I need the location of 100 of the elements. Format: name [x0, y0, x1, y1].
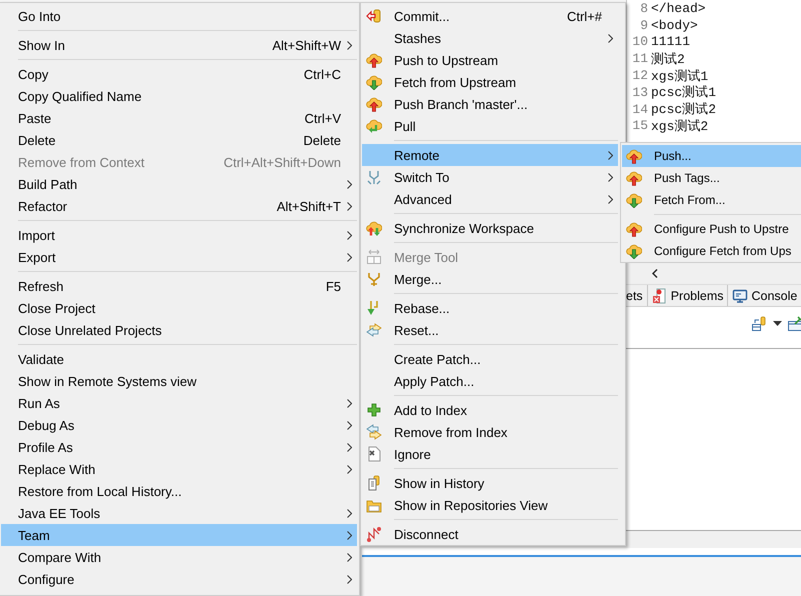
- menu-item[interactable]: Stashes: [362, 27, 618, 49]
- line-number: 14: [631, 102, 648, 117]
- menu-item[interactable]: Push Tags...: [622, 167, 801, 189]
- scroll-left-icon[interactable]: [652, 269, 658, 278]
- menu-item[interactable]: Run As: [1, 392, 357, 414]
- menu-item[interactable]: Fetch From...: [622, 189, 801, 211]
- cloud-up-arrow-icon: [626, 221, 642, 237]
- menu-item[interactable]: Build Path: [1, 173, 357, 195]
- branches-icon: [366, 169, 382, 185]
- menu-item[interactable]: Push...: [622, 145, 801, 167]
- menu-item[interactable]: Show In Alt+Shift+W: [1, 34, 357, 56]
- menu-item[interactable]: Paste Ctrl+V: [1, 107, 357, 129]
- code-line: 11111: [651, 34, 690, 50]
- menu-item[interactable]: Import: [1, 224, 357, 246]
- menu-item[interactable]: Advanced: [362, 188, 618, 210]
- dropdown-caret-icon[interactable]: [773, 321, 782, 326]
- menu-item[interactable]: Team: [1, 524, 357, 546]
- menu-item[interactable]: Compare With: [1, 546, 357, 568]
- shortcut-label: Ctrl+C: [304, 66, 341, 82]
- line-number: 15: [631, 118, 648, 134]
- menu-item[interactable]: Push to Upstream: [362, 49, 618, 71]
- line-number: 12: [631, 68, 648, 84]
- line-number: 8: [639, 0, 648, 16]
- menu-item[interactable]: Synchronize Workspace: [362, 217, 618, 239]
- menu-item[interactable]: Profile As: [1, 436, 357, 458]
- window-arrow-icon: [751, 316, 767, 332]
- code-line: 测试2: [651, 50, 685, 68]
- menu-item[interactable]: Remote: [362, 144, 618, 166]
- menu-item[interactable]: Replace With: [1, 458, 357, 480]
- arrow-cylinder-icon: [366, 8, 382, 24]
- menu-item[interactable]: Add to Index: [362, 399, 618, 421]
- menu-item[interactable]: Close Project: [1, 297, 357, 319]
- cloud-up-arrow-icon: [366, 96, 382, 112]
- cloud-up-arrow-icon: [626, 170, 642, 186]
- cloud-down-arrow-icon: [366, 74, 382, 90]
- shortcut-label: Ctrl+V: [304, 110, 341, 126]
- menu-item[interactable]: Show in History: [362, 472, 618, 494]
- menu-item[interactable]: Configure: [1, 568, 357, 590]
- merge-icon: [366, 271, 382, 287]
- cloud-down-arrow-icon: [366, 118, 382, 134]
- menu-item[interactable]: Remove from Index: [362, 421, 618, 443]
- menu-item[interactable]: Switch To: [362, 166, 618, 188]
- menu-item[interactable]: Validate: [1, 348, 357, 370]
- shortcut-label: Alt+Shift+T: [276, 198, 341, 214]
- cloud-down-arrow-icon: [626, 243, 642, 259]
- menu-item[interactable]: Apply Patch...: [362, 370, 618, 392]
- menu-item[interactable]: Ignore: [362, 443, 618, 465]
- menu-item[interactable]: Show in Remote Systems view: [1, 370, 357, 392]
- menu-item[interactable]: Refresh F5: [1, 275, 357, 297]
- menu-item[interactable]: Configure Push to Upstre: [622, 218, 801, 240]
- cloud-up-down-arrows-icon: [366, 220, 382, 236]
- menu-item[interactable]: Delete Delete: [1, 129, 357, 151]
- menu-item[interactable]: Copy Qualified Name: [1, 85, 357, 107]
- menu-item[interactable]: Debug As: [1, 414, 357, 436]
- menu-item[interactable]: Fetch from Upstream: [362, 71, 618, 93]
- line-number: 13: [631, 84, 648, 100]
- menu-item[interactable]: Java EE Tools: [1, 502, 357, 524]
- line-number: 10: [631, 34, 648, 50]
- cloud-up-arrow-icon: [366, 52, 382, 68]
- menu-item[interactable]: Restore from Local History...: [1, 480, 357, 502]
- menu-item[interactable]: Refactor Alt+Shift+T: [1, 195, 357, 217]
- menu-item[interactable]: Export: [1, 246, 357, 268]
- menu-item[interactable]: Close Unrelated Projects: [1, 319, 357, 341]
- menu-item[interactable]: Commit... Ctrl+#: [362, 5, 618, 27]
- view-tab[interactable]: Problems: [648, 285, 728, 306]
- menu-item[interactable]: Rebase...: [362, 297, 618, 319]
- menu-item[interactable]: Copy Ctrl+C: [1, 63, 357, 85]
- menu-item[interactable]: Configure Fetch from Ups: [622, 240, 801, 262]
- menu-item[interactable]: Go Into: [1, 5, 357, 27]
- line-number: 9: [639, 18, 648, 33]
- swap-arrows-icon: [366, 424, 382, 440]
- menu-item[interactable]: Reset...: [362, 319, 618, 341]
- menu-item[interactable]: Create Patch...: [362, 348, 618, 370]
- documents-icon: [366, 475, 382, 491]
- view-tab[interactable]: ets: [626, 285, 648, 306]
- swap-arrows-icon: [366, 322, 382, 338]
- window-arrows-icon: [366, 249, 382, 265]
- menu-item[interactable]: Show in Repositories View: [362, 494, 618, 516]
- menu-item[interactable]: Push Branch 'master'...: [362, 93, 618, 115]
- code-line: xgs测试2: [651, 118, 708, 135]
- cloud-up-arrow-icon: [626, 148, 642, 164]
- code-line: <body>: [651, 18, 698, 33]
- document-icon: [366, 446, 382, 462]
- code-line: pcsc测试1: [651, 84, 716, 102]
- code-line: </head>: [651, 0, 706, 16]
- plus-icon: [366, 402, 382, 418]
- window-pin-icon[interactable]: [788, 316, 801, 332]
- menu-item[interactable]: Merge...: [362, 268, 618, 290]
- cloud-down-arrow-icon: [626, 192, 642, 208]
- disconnect-icon: [366, 526, 382, 542]
- monitor-icon: [732, 288, 748, 304]
- shortcut-label: Ctrl+Alt+Shift+Down: [224, 154, 341, 170]
- line-number: 11: [631, 51, 648, 66]
- shortcut-label: Ctrl+#: [566, 8, 602, 24]
- shortcut-label: Delete: [303, 132, 341, 148]
- menu-item[interactable]: Disconnect: [362, 523, 618, 545]
- menu-item[interactable]: Pull: [362, 115, 618, 137]
- error-document-icon: [652, 288, 668, 304]
- code-line: pcsc测试2: [651, 101, 716, 118]
- shortcut-label: Alt+Shift+W: [272, 38, 341, 52]
